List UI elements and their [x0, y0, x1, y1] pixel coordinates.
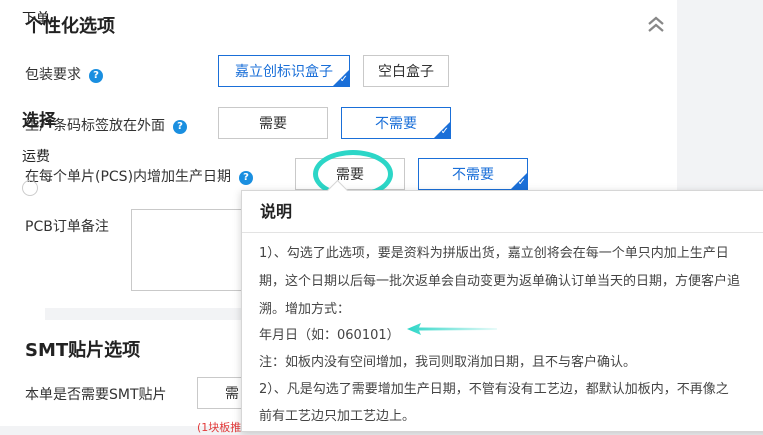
help-icon[interactable]: ? — [173, 120, 187, 134]
explanation-tooltip: 说明 1）、勾选了此选项，要是资料为拼版出货，嘉立创将会在每一个单只内加上生产日… — [241, 179, 763, 432]
packaging-row-label: 包装要求? — [25, 64, 103, 84]
tooltip-line: 1）、勾选了此选项，要是资料为拼版出货，嘉立创将会在每一个单只内加上生产日 — [259, 246, 729, 261]
date-label: 在每个单片(PCS)内增加生产日期 — [25, 169, 232, 185]
option-blank-box[interactable]: 空白盒子 — [363, 55, 449, 87]
help-icon[interactable]: ? — [89, 69, 103, 83]
option-label: 需要 — [259, 116, 287, 132]
annotation-arrow-icon — [407, 323, 497, 335]
tooltip-line: 溯。增加方式： — [259, 302, 351, 317]
pcb-notes-label: PCB订单备注 — [25, 219, 109, 235]
option-label: 嘉立创标识盒子 — [235, 64, 333, 80]
checkmark-icon: ✓ — [440, 126, 449, 137]
option-barcode-no-need[interactable]: 不需要 ✓ — [341, 107, 451, 139]
right-section-title: 选择 — [22, 111, 56, 131]
option-label: 不需要 — [375, 116, 417, 132]
option-label: 需要 — [336, 167, 364, 183]
option-label: 不需要 — [452, 167, 494, 183]
collapse-chevrons-icon[interactable] — [645, 12, 667, 36]
tooltip-line: 年月日（如：060101） — [259, 328, 400, 343]
checkmark-icon: ✓ — [517, 177, 526, 188]
packaging-label: 包装要求 — [25, 67, 81, 83]
option-date-need[interactable]: 需要 — [295, 158, 405, 190]
tooltip-line: 期，这个日期以后每一批次返单会自动变更为返单确认订单当天的日期，方便客户追 — [259, 274, 741, 289]
option-date-no-need[interactable]: 不需要 ✓ — [418, 158, 528, 190]
right-top-text: 下单 — [22, 11, 50, 27]
date-row-label: 在每个单片(PCS)内增加生产日期? — [25, 166, 254, 186]
tooltip-title: 说明 — [242, 191, 763, 233]
checkmark-icon: ✓ — [339, 74, 348, 85]
option-label: 空白盒子 — [378, 64, 434, 80]
section-title-smt: SMT贴片选项 — [25, 340, 141, 361]
option-jlc-logo-box[interactable]: 嘉立创标识盒子 ✓ — [218, 55, 350, 87]
tooltip-line: 2）、凡是勾选了需要增加生产日期，不管有没有工艺边，都默认加板内，不再像之 — [259, 382, 729, 397]
right-radio[interactable] — [22, 180, 38, 196]
smt-need-label: 本单是否需要SMT贴片 — [25, 387, 167, 403]
pcb-notes-textarea[interactable] — [131, 209, 251, 291]
help-icon[interactable]: ? — [239, 171, 254, 185]
option-barcode-need[interactable]: 需要 — [218, 107, 328, 139]
right-divider — [718, 88, 763, 96]
option-label: 需 — [225, 386, 239, 402]
tooltip-line: 注：如板内没有空间增加，我司则取消加日期，且不与客户确认。 — [259, 355, 637, 370]
tooltip-line: 前有工艺边只加工艺边上。 — [259, 409, 416, 424]
right-item-text: 运费 — [22, 149, 50, 165]
